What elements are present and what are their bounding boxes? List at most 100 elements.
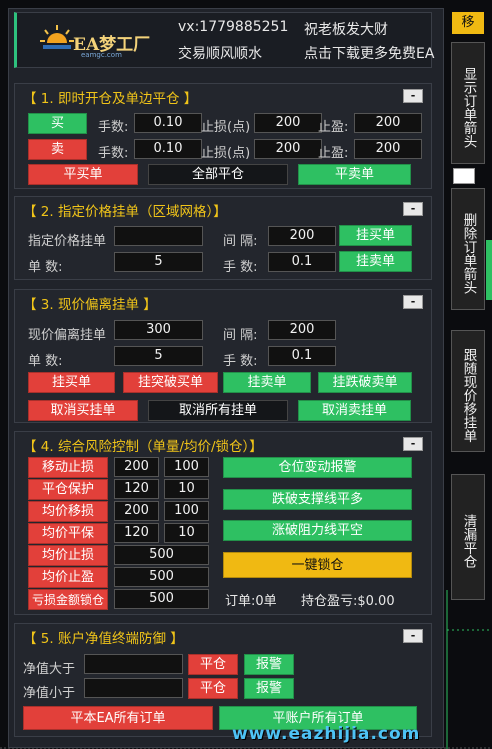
buy-sl-label: 止损(点) [201, 120, 251, 135]
section-title: 【 3. 现价偏离挂单 】 [23, 297, 157, 313]
lots-label: 手 数: [223, 260, 258, 275]
panel-header: EA梦工厂 eamgc.com vx:1779885251 祝老板发大财 交易顺… [14, 12, 434, 68]
collapse-button[interactable]: - [403, 629, 423, 643]
close-ea-orders-button[interactable]: 平本EA所有订单 [23, 706, 213, 730]
section-risk-control: 【 4. 综合风险控制（单量/均价/锁仓）】 - 移动止损 200 100 平仓… [14, 431, 432, 615]
price-input[interactable] [114, 226, 203, 246]
sell-tp-input[interactable]: 200 [354, 139, 422, 159]
collapse-button[interactable]: - [403, 89, 423, 103]
position-pnl: 持仓盈亏:$0.00 [301, 594, 395, 609]
buy-lots-label: 手数: [98, 120, 129, 135]
download-link[interactable]: 点击下载更多免费EA [304, 43, 434, 63]
collapse-button[interactable]: - [403, 437, 423, 451]
logo-subtext: eamgc.com [81, 51, 122, 59]
interval-label: 间 隔: [223, 234, 258, 249]
site-watermark: www.eazhijia.com [232, 724, 421, 744]
equity-below-label: 净值小于 [23, 686, 76, 701]
avg-trailing-input-2[interactable]: 100 [164, 501, 209, 521]
count-label: 单 数: [28, 354, 63, 369]
trailing-stop-input-1[interactable]: 200 [114, 457, 159, 477]
section-title: 【 5. 账户净值终端防御 】 [23, 631, 184, 647]
avg-trailing-input-1[interactable]: 200 [114, 501, 159, 521]
sell-sl-input[interactable]: 200 [254, 139, 322, 159]
avg-takeprofit-button[interactable]: 均价止盈 [28, 567, 108, 588]
break-support-button[interactable]: 跌破支撑线平多 [223, 489, 412, 510]
avg-trailing-button[interactable]: 均价移损 [28, 501, 108, 522]
wish-text-2: 交易顺风顺水 [178, 46, 262, 62]
clear-missed-close-button[interactable]: 清漏平仓 [451, 474, 485, 600]
equity-above-label: 净值大于 [23, 662, 76, 677]
count-input[interactable]: 5 [114, 346, 203, 366]
lots-input[interactable]: 0.1 [268, 252, 336, 272]
equity-above-alarm-button[interactable]: 报警 [244, 654, 294, 675]
offset-input[interactable]: 300 [114, 320, 203, 340]
sell-limit-button[interactable]: 挂卖单 [223, 372, 311, 393]
buy-limit-button[interactable]: 挂买单 [339, 225, 412, 246]
equity-below-alarm-button[interactable]: 报警 [244, 678, 294, 699]
avg-breakeven-input-2[interactable]: 10 [164, 523, 209, 543]
cancel-buy-pending-button[interactable]: 取消买挂单 [28, 400, 138, 421]
buy-tp-label: 止盈: [318, 120, 349, 135]
equity-below-input[interactable] [84, 678, 183, 698]
cancel-all-pending-button[interactable]: 取消所有挂单 [148, 400, 288, 421]
trailing-stop-button[interactable]: 移动止损 [28, 457, 108, 478]
section-offset-pending: 【 3. 现价偏离挂单 】 - 现价偏离挂单 300 间 隔: 200 单 数:… [14, 289, 432, 423]
delete-order-arrows-button[interactable]: 删除订单箭头 [451, 188, 485, 310]
equity-below-close-button[interactable]: 平仓 [188, 678, 238, 699]
avg-stoploss-button[interactable]: 均价止损 [28, 545, 108, 566]
sell-limit-button[interactable]: 挂卖单 [339, 251, 412, 272]
loss-lock-button[interactable]: 亏损金额锁仓 [28, 589, 108, 610]
sell-tp-label: 止盈: [318, 146, 349, 161]
section-title: 【 2. 指定价格挂单（区域网格）】 [23, 204, 227, 220]
close-buy-button[interactable]: 平买单 [28, 164, 138, 185]
avg-stoploss-input[interactable]: 500 [114, 545, 209, 565]
section-title: 【 1. 即时开仓及单边平仓 】 [23, 91, 198, 107]
breakeven-input-1[interactable]: 120 [114, 479, 159, 499]
contact-text: vx:1779885251 [178, 19, 289, 35]
equity-above-input[interactable] [84, 654, 183, 674]
interval-label: 间 隔: [223, 328, 258, 343]
sell-lots-label: 手数: [98, 146, 129, 161]
sell-sl-label: 止损(点) [201, 146, 251, 161]
price-label: 指定价格挂单 [28, 234, 107, 249]
position-alert-button[interactable]: 仓位变动报警 [223, 457, 412, 478]
section-equity-defense: 【 5. 账户净值终端防御 】 - 净值大于 平仓 报警 净值小于 平仓 报警 … [14, 623, 432, 737]
collapse-button[interactable]: - [403, 295, 423, 309]
breakeven-input-2[interactable]: 10 [164, 479, 209, 499]
breakeven-protect-button[interactable]: 平仓保护 [28, 479, 108, 500]
avg-takeprofit-input[interactable]: 500 [114, 567, 209, 587]
section-title: 【 4. 综合风险控制（单量/均价/锁仓）】 [23, 439, 263, 455]
count-input[interactable]: 5 [114, 252, 203, 272]
interval-input[interactable]: 200 [268, 226, 336, 246]
show-order-arrows-button[interactable]: 显示订单箭头 [451, 42, 485, 164]
break-resist-button[interactable]: 涨破阻力线平空 [223, 520, 412, 541]
lots-label: 手 数: [223, 354, 258, 369]
collapse-button[interactable]: - [403, 202, 423, 216]
count-label: 单 数: [28, 260, 63, 275]
buy-sl-input[interactable]: 200 [254, 113, 322, 133]
trailing-stop-input-2[interactable]: 100 [164, 457, 209, 477]
buy-lots-input[interactable]: 0.10 [134, 113, 202, 133]
orders-count: 订单:0单 [225, 594, 277, 609]
wish-text-1: 祝老板发大财 [304, 22, 388, 38]
buy-limit-button[interactable]: 挂买单 [28, 372, 115, 393]
trailing-pending-button[interactable]: 跟随现价移挂单 [451, 330, 485, 452]
buy-stop-button[interactable]: 挂突破买单 [123, 372, 218, 393]
one-click-lock-button[interactable]: 一键锁仓 [223, 552, 412, 578]
avg-breakeven-button[interactable]: 均价平保 [28, 523, 108, 544]
move-button[interactable]: 移 [452, 12, 484, 34]
close-all-button[interactable]: 全部平仓 [148, 164, 288, 185]
cancel-sell-pending-button[interactable]: 取消卖挂单 [298, 400, 411, 421]
sell-button[interactable]: 卖 [28, 139, 87, 160]
equity-above-close-button[interactable]: 平仓 [188, 654, 238, 675]
buy-button[interactable]: 买 [28, 113, 87, 134]
interval-input[interactable]: 200 [268, 320, 336, 340]
avg-breakeven-input-1[interactable]: 120 [114, 523, 159, 543]
lots-input[interactable]: 0.1 [268, 346, 336, 366]
toggle-checkbox[interactable] [453, 168, 475, 184]
sell-lots-input[interactable]: 0.10 [134, 139, 202, 159]
sell-stop-button[interactable]: 挂跌破卖单 [318, 372, 412, 393]
buy-tp-input[interactable]: 200 [354, 113, 422, 133]
loss-lock-input[interactable]: 500 [114, 589, 209, 609]
close-sell-button[interactable]: 平卖单 [298, 164, 411, 185]
